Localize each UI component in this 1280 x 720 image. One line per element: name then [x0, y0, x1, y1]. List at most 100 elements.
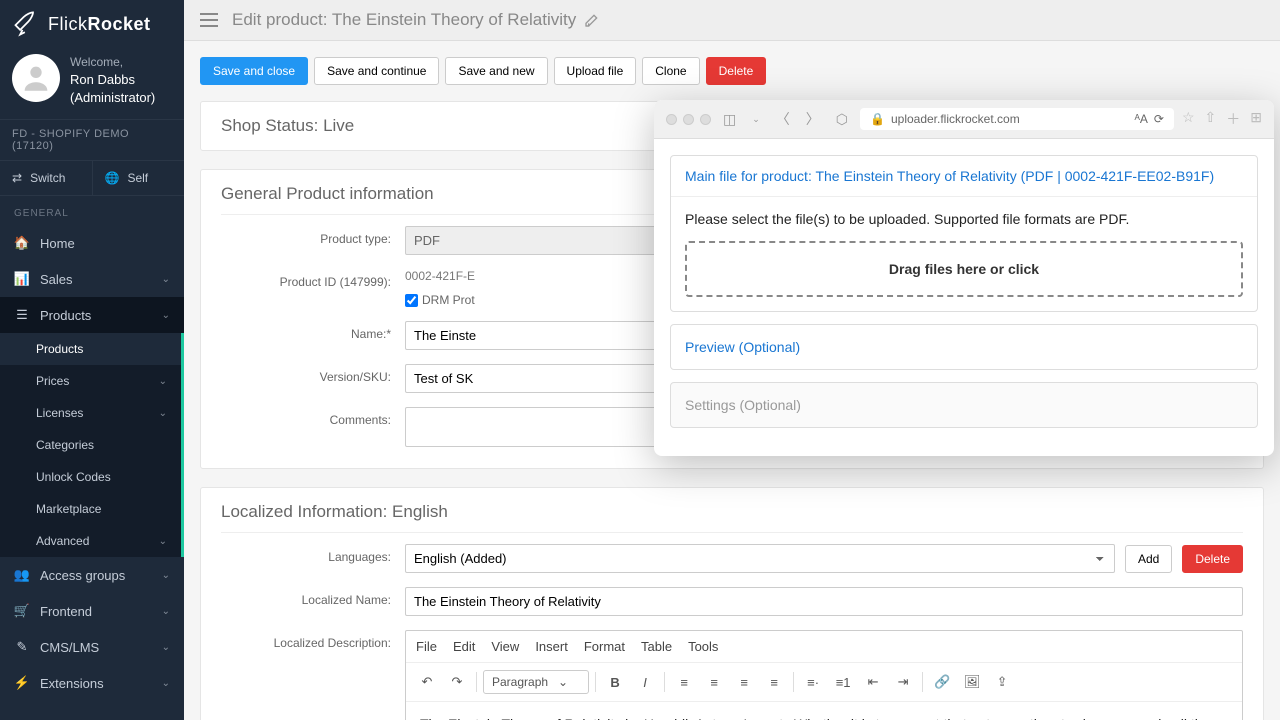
chevron-down-icon: ⌄ — [162, 642, 170, 653]
sub-marketplace[interactable]: Marketplace — [0, 493, 181, 525]
editor-toolbar: ↶ ↷ Paragraph ⌄ B I ≡ ≡ ≡ — [406, 663, 1242, 702]
chevron-down-icon: ⌄ — [162, 606, 170, 617]
bold-icon[interactable]: B — [602, 669, 628, 695]
add-language-button[interactable]: Add — [1125, 545, 1172, 573]
sub-categories[interactable]: Categories — [0, 429, 181, 461]
welcome-text: Welcome, — [70, 54, 155, 71]
drm-prot-wrap[interactable]: DRM Prot — [405, 287, 575, 307]
pencil-icon[interactable] — [584, 12, 600, 28]
share-icon[interactable]: ⇧ — [1205, 109, 1217, 129]
nav-home[interactable]: 🏠 Home — [0, 225, 184, 261]
preview-panel[interactable]: Preview (Optional) — [670, 324, 1258, 370]
undo-icon[interactable]: ↶ — [414, 669, 440, 695]
uploader-window: ◫ ⌄ 〈 〉 ⬡ 🔒 uploader.flickrocket.com ᴬA … — [654, 100, 1274, 456]
localized-name-input[interactable] — [405, 587, 1243, 616]
swap-icon: ⇄ — [12, 171, 22, 185]
indent-icon[interactable]: ⇥ — [890, 669, 916, 695]
upload-icon[interactable]: ⇪ — [989, 669, 1015, 695]
delete-language-button[interactable]: Delete — [1182, 545, 1243, 573]
bullet-list-icon[interactable]: ≡· — [800, 669, 826, 695]
italic-icon[interactable]: I — [632, 669, 658, 695]
languages-select[interactable]: English (Added) — [405, 544, 1115, 573]
product-id-label: Product ID (147999): — [221, 269, 391, 289]
menu-view[interactable]: View — [491, 639, 519, 654]
nav-frontend[interactable]: 🛒 Frontend ⌄ — [0, 593, 184, 629]
save-continue-button[interactable]: Save and continue — [314, 57, 439, 85]
product-id-value: 0002-421F-E — [405, 269, 475, 283]
self-link[interactable]: 🌐 Self — [93, 161, 185, 195]
topbar: Edit product: The Einstein Theory of Rel… — [184, 0, 1280, 41]
menu-toggle[interactable] — [200, 13, 218, 27]
sidebar-toggle-icon[interactable]: ◫ — [719, 111, 740, 128]
editor-menu: File Edit View Insert Format Table Tools — [406, 631, 1242, 663]
menu-format[interactable]: Format — [584, 639, 625, 654]
localized-panel: Localized Information: English Languages… — [200, 487, 1264, 720]
sub-unlock-codes[interactable]: Unlock Codes — [0, 461, 181, 493]
shield-icon[interactable]: ⬡ — [832, 111, 852, 128]
align-left-icon[interactable]: ≡ — [671, 669, 697, 695]
product-type-label: Product type: — [221, 226, 391, 246]
redo-icon[interactable]: ↷ — [444, 669, 470, 695]
paragraph-select[interactable]: Paragraph ⌄ — [483, 670, 589, 694]
save-close-button[interactable]: Save and close — [200, 57, 308, 85]
localized-desc-label: Localized Description: — [221, 630, 391, 650]
delete-button[interactable]: Delete — [706, 57, 767, 85]
forward-icon[interactable]: 〉 — [802, 109, 824, 129]
menu-tools[interactable]: Tools — [688, 639, 718, 654]
number-list-icon[interactable]: ≡1 — [830, 669, 856, 695]
editor-body[interactable]: The Einstein Theory of Relativity by Hen… — [406, 702, 1242, 720]
back-icon[interactable]: 〈 — [772, 109, 794, 129]
shop-status-value: Live — [323, 116, 354, 135]
tabs-icon[interactable]: ⊞ — [1250, 109, 1262, 129]
clone-button[interactable]: Clone — [642, 57, 699, 85]
upload-file-button[interactable]: Upload file — [554, 57, 637, 85]
chart-icon: 📊 — [14, 271, 30, 287]
main-file-header[interactable]: Main file for product: The Einstein Theo… — [671, 156, 1257, 197]
user-name: Ron Dabbs — [70, 71, 155, 89]
settings-panel[interactable]: Settings (Optional) — [670, 382, 1258, 428]
action-buttons: Save and close Save and continue Save an… — [200, 57, 1264, 85]
image-icon[interactable]: 🖼 — [959, 669, 985, 695]
sub-products[interactable]: Products — [0, 333, 181, 365]
sub-prices[interactable]: Prices⌄ — [0, 365, 181, 397]
reload-icon[interactable]: ⟳ — [1154, 112, 1164, 126]
align-justify-icon[interactable]: ≡ — [761, 669, 787, 695]
outdent-icon[interactable]: ⇤ — [860, 669, 886, 695]
comments-label: Comments: — [221, 407, 391, 427]
plus-icon[interactable]: ＋ — [1226, 109, 1240, 129]
align-right-icon[interactable]: ≡ — [731, 669, 757, 695]
logo[interactable]: FlickRocket — [0, 0, 184, 48]
rocket-icon — [12, 10, 40, 38]
main-file-panel: Main file for product: The Einstein Theo… — [670, 155, 1258, 312]
avatar[interactable] — [12, 54, 60, 102]
reader-icon[interactable]: ᴬA — [1134, 112, 1147, 126]
star-icon[interactable]: ☆ — [1182, 109, 1195, 129]
align-center-icon[interactable]: ≡ — [701, 669, 727, 695]
url-bar[interactable]: 🔒 uploader.flickrocket.com ᴬA ⟳ — [860, 108, 1174, 130]
name-label: Name:* — [221, 321, 391, 341]
chevron-down-icon[interactable]: ⌄ — [748, 114, 764, 125]
nav-cms-lms[interactable]: ✎ CMS/LMS ⌄ — [0, 629, 184, 665]
menu-table[interactable]: Table — [641, 639, 672, 654]
dropzone[interactable]: Drag files here or click — [685, 241, 1243, 297]
switch-link[interactable]: ⇄ Switch — [0, 161, 93, 195]
link-icon[interactable]: 🔗 — [929, 669, 955, 695]
menu-edit[interactable]: Edit — [453, 639, 475, 654]
nav-access-groups[interactable]: 👥 Access groups ⌄ — [0, 557, 184, 593]
nav-sales[interactable]: 📊 Sales ⌄ — [0, 261, 184, 297]
chevron-down-icon: ⌄ — [159, 408, 167, 419]
drm-prot-checkbox[interactable] — [405, 294, 418, 307]
upload-instruction: Please select the file(s) to be uploaded… — [685, 211, 1243, 227]
shop-label: FD - SHOPIFY DEMO (17120) — [0, 119, 184, 161]
nav-products[interactable]: ☰ Products ⌄ — [0, 297, 184, 333]
traffic-lights[interactable] — [666, 114, 711, 125]
sub-licenses[interactable]: Licenses⌄ — [0, 397, 181, 429]
save-new-button[interactable]: Save and new — [445, 57, 547, 85]
sub-advanced[interactable]: Advanced⌄ — [0, 525, 181, 557]
section-general: GENERAL — [0, 196, 184, 225]
menu-insert[interactable]: Insert — [535, 639, 568, 654]
localized-title: Localized Information: English — [221, 502, 1243, 533]
shop-status-label: Shop Status: — [221, 116, 318, 135]
nav-extensions[interactable]: ⚡ Extensions ⌄ — [0, 665, 184, 701]
menu-file[interactable]: File — [416, 639, 437, 654]
